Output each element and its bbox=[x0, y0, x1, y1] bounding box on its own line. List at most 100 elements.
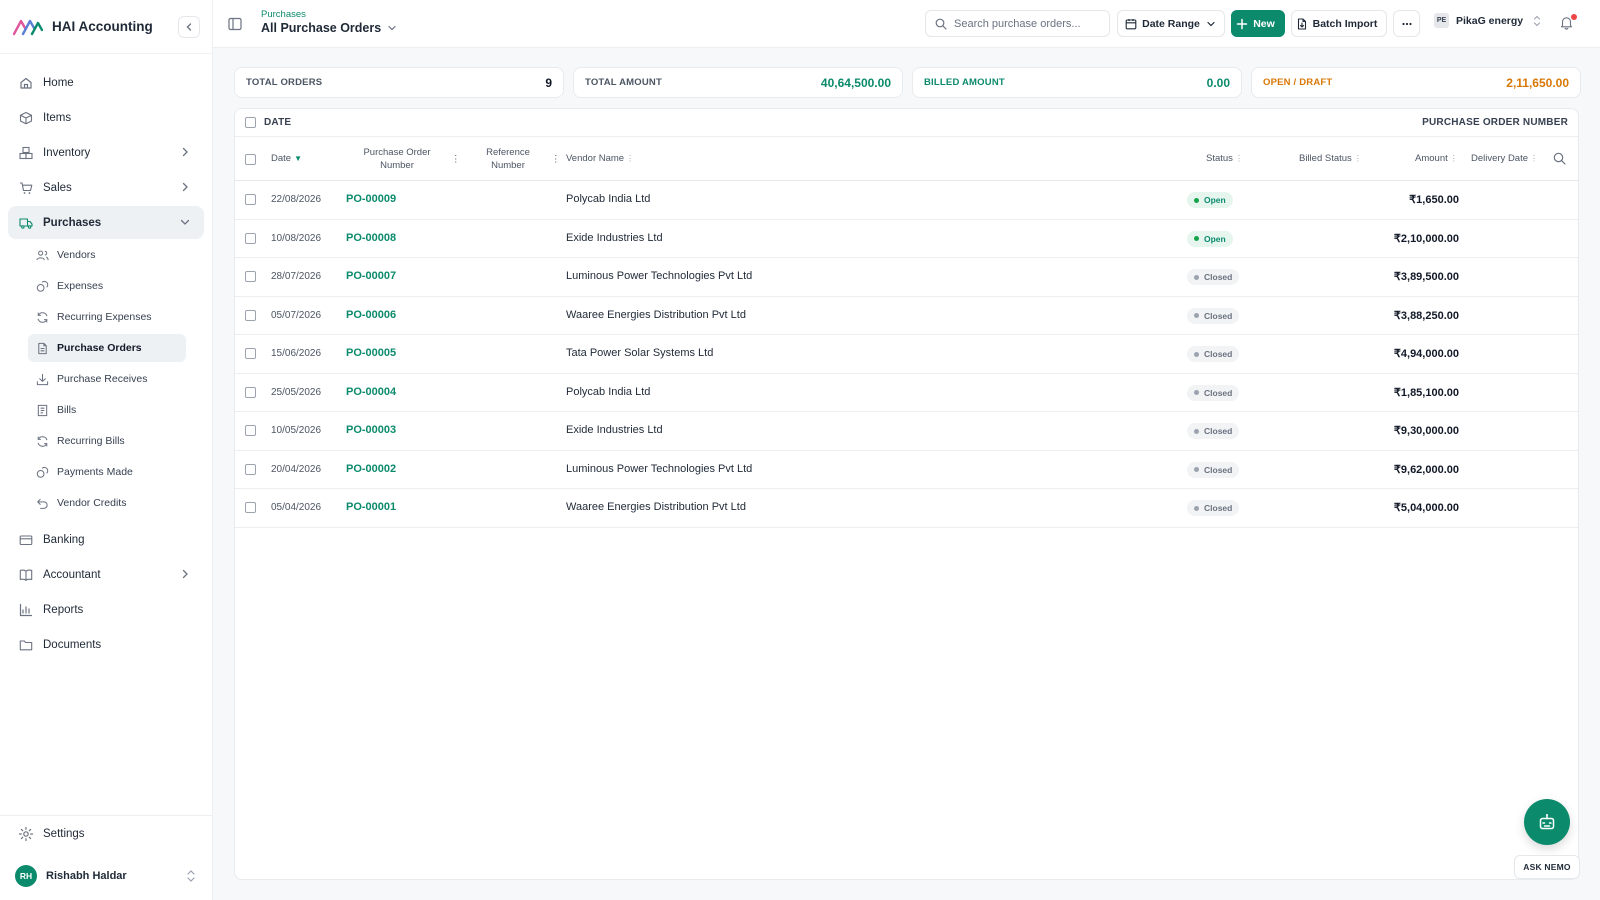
sort-icon[interactable]: ⋮ bbox=[551, 153, 561, 166]
plus-icon bbox=[1236, 18, 1248, 29]
search-icon[interactable] bbox=[1553, 152, 1566, 165]
cart-icon bbox=[18, 180, 34, 196]
cell-po-number-link[interactable]: PO-00006 bbox=[346, 309, 396, 321]
sidebar-toggle-icon[interactable] bbox=[227, 16, 243, 32]
sidebar-item-purchase-receives[interactable]: Purchase Receives bbox=[28, 365, 186, 393]
column-amount[interactable]: Amount ⋮ bbox=[1415, 152, 1458, 165]
table-row[interactable]: 25/05/2026 PO-00004 Polycab India Ltd Close… bbox=[235, 374, 1578, 412]
column-date[interactable]: Date ▼ bbox=[271, 152, 302, 165]
breadcrumb[interactable]: Purchases bbox=[261, 9, 306, 20]
sidebar-item-settings[interactable]: Settings bbox=[0, 816, 213, 852]
sidebar-item-expenses[interactable]: Expenses bbox=[28, 272, 186, 300]
sidebar-item-vendor-credits[interactable]: Vendor Credits bbox=[28, 489, 186, 517]
sidebar-item-label: Inventory bbox=[43, 146, 91, 159]
group-po-label: PURCHASE ORDER NUMBER bbox=[1422, 117, 1568, 128]
cell-po-number-link[interactable]: PO-00009 bbox=[346, 193, 396, 205]
sidebar-item-documents[interactable]: Documents bbox=[8, 628, 204, 661]
row-checkbox[interactable] bbox=[245, 232, 256, 244]
row-checkbox[interactable] bbox=[245, 502, 256, 513]
sidebar-item-home[interactable]: Home bbox=[8, 66, 204, 99]
status-label: Closed bbox=[1204, 310, 1233, 321]
sidebar-item-bills[interactable]: Bills bbox=[28, 396, 186, 424]
column-vendor-name[interactable]: Vendor Name ⋮ bbox=[566, 152, 634, 165]
table-row[interactable]: 05/07/2026 PO-00006 Waaree Energies Distri… bbox=[235, 297, 1578, 335]
sidebar-item-items[interactable]: Items bbox=[8, 101, 204, 134]
cell-amount: ₹5,04,000.00 bbox=[1393, 502, 1459, 514]
row-checkbox[interactable] bbox=[245, 463, 256, 475]
column-reference-number[interactable]: Reference Number bbox=[475, 146, 541, 172]
sort-icon: ⋮ bbox=[1530, 154, 1539, 163]
cell-amount: ₹9,62,000.00 bbox=[1393, 463, 1459, 476]
status-badge: Closed bbox=[1187, 384, 1240, 401]
sidebar-item-vendors[interactable]: Vendors bbox=[28, 241, 186, 269]
row-checkbox[interactable] bbox=[245, 271, 256, 282]
cell-po-number-link[interactable]: PO-00008 bbox=[346, 232, 396, 244]
column-status[interactable]: Status ⋮ bbox=[1206, 152, 1243, 165]
user-menu[interactable]: RH Rishabh Haldar bbox=[0, 852, 213, 900]
row-checkbox[interactable] bbox=[245, 194, 256, 205]
cell-po-number-link[interactable]: PO-00002 bbox=[346, 463, 396, 475]
date-range-label: Date Range bbox=[1142, 17, 1200, 30]
sidebar-item-label: Sales bbox=[43, 181, 72, 194]
status-badge: Open bbox=[1187, 230, 1233, 247]
row-checkbox[interactable] bbox=[245, 309, 256, 321]
topbar: Purchases All Purchase Orders Date Range… bbox=[213, 0, 1600, 48]
row-checkbox[interactable] bbox=[245, 386, 256, 398]
table-row[interactable]: 15/06/2026 PO-00005 Tata Power Solar Syste… bbox=[235, 335, 1578, 374]
cell-po-number-link[interactable]: PO-00004 bbox=[346, 386, 396, 398]
table-row[interactable]: 28/07/2026 PO-00007 Luminous Power Technol… bbox=[235, 258, 1578, 297]
column-billed-status[interactable]: Billed Status ⋮ bbox=[1299, 152, 1362, 165]
ask-nemo-label[interactable]: ASK NEMO bbox=[1514, 855, 1580, 879]
sidebar-item-label: Purchase Receives bbox=[57, 373, 148, 385]
table-row[interactable]: 10/05/2026 PO-00003 Exide Industries Ltd Cl… bbox=[235, 412, 1578, 451]
cell-po-number-link[interactable]: PO-00007 bbox=[346, 270, 396, 282]
cell-po-number-link[interactable]: PO-00001 bbox=[346, 501, 396, 513]
avatar: RH bbox=[15, 865, 37, 887]
cell-po-number-link[interactable]: PO-00003 bbox=[346, 424, 396, 436]
box-icon bbox=[18, 110, 34, 126]
collapse-sidebar-button[interactable] bbox=[178, 16, 200, 38]
assistant-button[interactable] bbox=[1524, 799, 1570, 845]
status-badge: Closed bbox=[1187, 346, 1240, 362]
sidebar-item-purchase-orders[interactable]: Purchase Orders bbox=[28, 334, 186, 362]
row-checkbox[interactable] bbox=[245, 348, 256, 359]
new-button[interactable]: New bbox=[1231, 10, 1285, 37]
sort-icon[interactable]: ⋮ bbox=[451, 153, 461, 166]
page-title-text: All Purchase Orders bbox=[261, 21, 382, 35]
select-all-group-checkbox[interactable] bbox=[245, 117, 256, 128]
undo-icon bbox=[35, 496, 49, 510]
batch-import-button[interactable]: Batch Import bbox=[1291, 10, 1387, 37]
receipt-icon bbox=[35, 403, 49, 417]
sidebar-item-sales[interactable]: Sales bbox=[8, 171, 204, 204]
cell-vendor-name: Waaree Energies Distribution Pvt Ltd bbox=[566, 308, 746, 321]
sidebar-item-recurring-expenses[interactable]: Recurring Expenses bbox=[28, 303, 186, 331]
stat-value: 0.00 bbox=[1206, 75, 1230, 90]
table-row[interactable]: 10/08/2026 PO-00008 Exide Industries Ltd Op… bbox=[235, 220, 1578, 258]
organization-switcher[interactable]: PE PikaG energy bbox=[1434, 13, 1542, 28]
search-input[interactable] bbox=[954, 17, 1104, 30]
select-all-checkbox[interactable] bbox=[245, 154, 256, 165]
sidebar-item-label: Accountant bbox=[43, 568, 101, 581]
page-title[interactable]: All Purchase Orders bbox=[261, 21, 397, 35]
table-row[interactable]: 05/04/2026 PO-00001 Waaree Energies Distri… bbox=[235, 489, 1578, 528]
purchase-orders-table: DATE PURCHASE ORDER NUMBER Date ▼ Purchas… bbox=[234, 108, 1579, 880]
date-range-button[interactable]: Date Range bbox=[1117, 10, 1225, 37]
search-box[interactable] bbox=[925, 10, 1110, 37]
sidebar-item-reports[interactable]: Reports bbox=[8, 593, 204, 626]
more-options-button[interactable] bbox=[1393, 10, 1420, 37]
sidebar-item-purchases[interactable]: Purchases bbox=[8, 206, 204, 239]
table-row[interactable]: 20/04/2026 PO-00002 Luminous Power Technol… bbox=[235, 451, 1578, 489]
sidebar-item-accountant[interactable]: Accountant bbox=[8, 558, 204, 591]
sidebar-item-recurring-bills[interactable]: Recurring Bills bbox=[28, 427, 186, 455]
cell-po-number-link[interactable]: PO-00005 bbox=[346, 347, 396, 359]
row-checkbox[interactable] bbox=[245, 425, 256, 436]
column-po-number[interactable]: Purchase Order Number bbox=[355, 146, 439, 172]
column-delivery-date[interactable]: Delivery Date ⋮ bbox=[1471, 152, 1538, 165]
sidebar-item-payments-made[interactable]: Payments Made bbox=[28, 458, 186, 486]
sidebar-item-inventory[interactable]: Inventory bbox=[8, 136, 204, 169]
status-label: Open bbox=[1204, 195, 1226, 205]
sidebar-item-banking[interactable]: Banking bbox=[8, 523, 204, 556]
status-dot bbox=[1194, 351, 1199, 357]
table-row[interactable]: 22/08/2026 PO-00009 Polycab India Ltd Open ₹… bbox=[235, 181, 1578, 220]
cell-vendor-name: Luminous Power Technologies Pvt Ltd bbox=[566, 270, 753, 282]
